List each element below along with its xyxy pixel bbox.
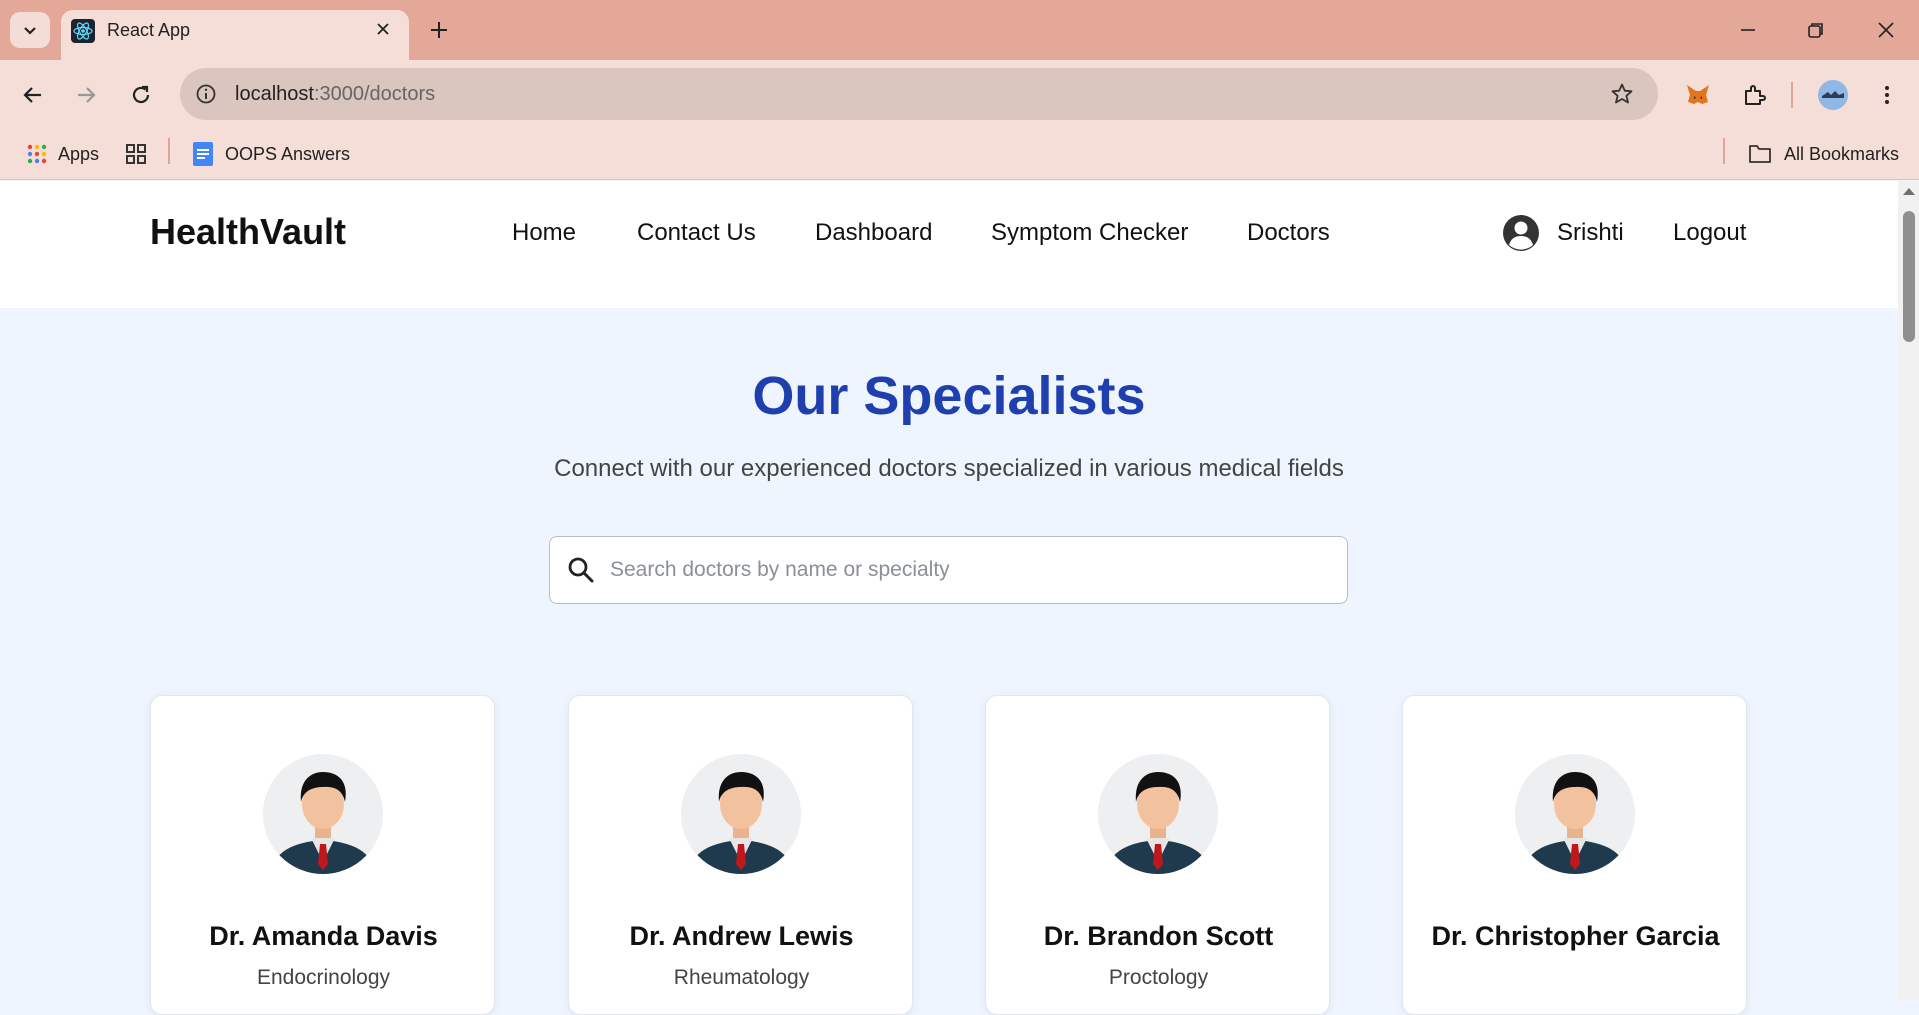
star-icon — [1611, 83, 1633, 104]
doctor-card[interactable]: Dr. Amanda Davis Endocrinology — [150, 695, 495, 1015]
doctor-specialty: Rheumatology — [673, 966, 810, 989]
bookmark-oops-label: OOPS Answers — [225, 143, 351, 164]
doctor-avatar — [1515, 754, 1635, 874]
restore-icon — [1808, 23, 1823, 38]
bookmark-divider — [168, 138, 170, 164]
brand-logo[interactable]: HealthVault — [150, 211, 346, 253]
user-name[interactable]: Srishti — [1557, 219, 1624, 247]
tab-search-button[interactable] — [10, 12, 50, 48]
tab-groups-button[interactable] — [124, 138, 148, 170]
page-title: Our Specialists — [752, 366, 1146, 426]
doctor-name: Dr. Amanda Davis — [209, 921, 438, 951]
nav-symptom-checker[interactable]: Symptom Checker — [991, 219, 1188, 247]
page-subtitle: Connect with our experienced doctors spe… — [554, 455, 1344, 482]
url-path: :3000/doctors — [313, 83, 436, 105]
doctor-avatar-icon — [1098, 754, 1218, 874]
doctor-specialty: Proctology — [1108, 966, 1209, 989]
new-tab-button[interactable] — [425, 16, 453, 44]
tab-title: React App — [107, 20, 191, 40]
profile-avatar-icon — [1818, 80, 1848, 110]
doctor-avatar — [263, 754, 383, 874]
nav-contact-us[interactable]: Contact Us — [637, 219, 756, 247]
close-icon — [1878, 22, 1894, 38]
profile-button[interactable] — [1815, 77, 1851, 113]
apps-grid-icon — [27, 144, 47, 164]
search-icon — [568, 557, 594, 583]
doctor-card[interactable]: Dr. Brandon Scott Proctology — [985, 695, 1330, 1015]
extensions-button[interactable] — [1737, 78, 1771, 112]
scrollbar-thumb[interactable] — [1903, 211, 1915, 342]
plus-icon — [431, 22, 447, 38]
folder-icon — [1749, 145, 1771, 163]
bookmark-divider — [1723, 138, 1725, 164]
menu-icon — [1885, 86, 1889, 104]
window-close-button[interactable] — [1870, 14, 1902, 46]
url-text[interactable]: localhost:3000/doctors — [235, 83, 435, 106]
doctor-avatar — [1098, 754, 1218, 874]
bookmark-oops-answers[interactable]: OOPS Answers — [193, 138, 350, 170]
back-button[interactable] — [16, 78, 50, 112]
all-bookmarks-button[interactable]: All Bookmarks — [1748, 138, 1899, 170]
doctor-name: Dr. Christopher Garcia — [1431, 921, 1720, 951]
chevron-down-icon — [24, 27, 36, 35]
minimize-button[interactable] — [1732, 14, 1764, 46]
logout-link[interactable]: Logout — [1673, 219, 1746, 247]
doctor-specialty: Endocrinology — [256, 966, 391, 989]
nav-home[interactable]: Home — [512, 219, 576, 247]
scroll-up-arrow-icon[interactable] — [1902, 186, 1916, 196]
user-avatar-icon[interactable] — [1502, 214, 1540, 252]
bookmark-star-button[interactable] — [1608, 80, 1636, 108]
doctor-avatar-icon — [1515, 754, 1635, 874]
doctor-card[interactable]: Dr. Christopher Garcia — [1402, 695, 1747, 1015]
page-content: HealthVault Home Contact Us Dashboard Sy… — [0, 181, 1898, 1015]
bookmark-apps[interactable]: Apps — [26, 138, 99, 170]
extensions-icon — [1745, 85, 1766, 105]
restore-button[interactable] — [1800, 14, 1832, 46]
doctor-avatar — [681, 754, 801, 874]
toolbar-divider — [1791, 82, 1793, 108]
url-host: localhost — [235, 83, 314, 105]
reload-button[interactable] — [124, 78, 158, 112]
doctor-search-input[interactable] — [610, 551, 1330, 589]
nav-doctors[interactable]: Doctors — [1247, 219, 1330, 247]
doctor-name: Dr. Brandon Scott — [1043, 921, 1274, 951]
bookmark-apps-label: Apps — [58, 143, 100, 164]
browser-menu-button[interactable] — [1870, 78, 1904, 112]
info-icon — [196, 84, 216, 104]
all-bookmarks-label: All Bookmarks — [1784, 143, 1900, 164]
reload-icon — [132, 85, 150, 104]
tab-close-button[interactable] — [372, 18, 394, 40]
forward-button[interactable] — [69, 78, 103, 112]
close-icon — [377, 23, 389, 35]
forward-icon — [78, 87, 96, 103]
docs-icon — [193, 142, 213, 166]
site-navbar: HealthVault Home Contact Us Dashboard Sy… — [0, 181, 1898, 308]
minimize-icon — [1741, 29, 1755, 31]
doctor-name: Dr. Andrew Lewis — [629, 921, 854, 951]
doctor-avatar-icon — [263, 754, 383, 874]
doctor-avatar-icon — [681, 754, 801, 874]
doctor-card[interactable]: Dr. Andrew Lewis Rheumatology — [568, 695, 913, 1015]
back-icon — [23, 87, 41, 103]
react-icon — [71, 19, 95, 43]
nav-dashboard[interactable]: Dashboard — [815, 219, 932, 247]
fox-icon — [1687, 85, 1709, 104]
site-info-button[interactable] — [192, 80, 220, 108]
metamask-extension-button[interactable] — [1681, 78, 1715, 112]
tab-groups-icon — [126, 144, 146, 164]
